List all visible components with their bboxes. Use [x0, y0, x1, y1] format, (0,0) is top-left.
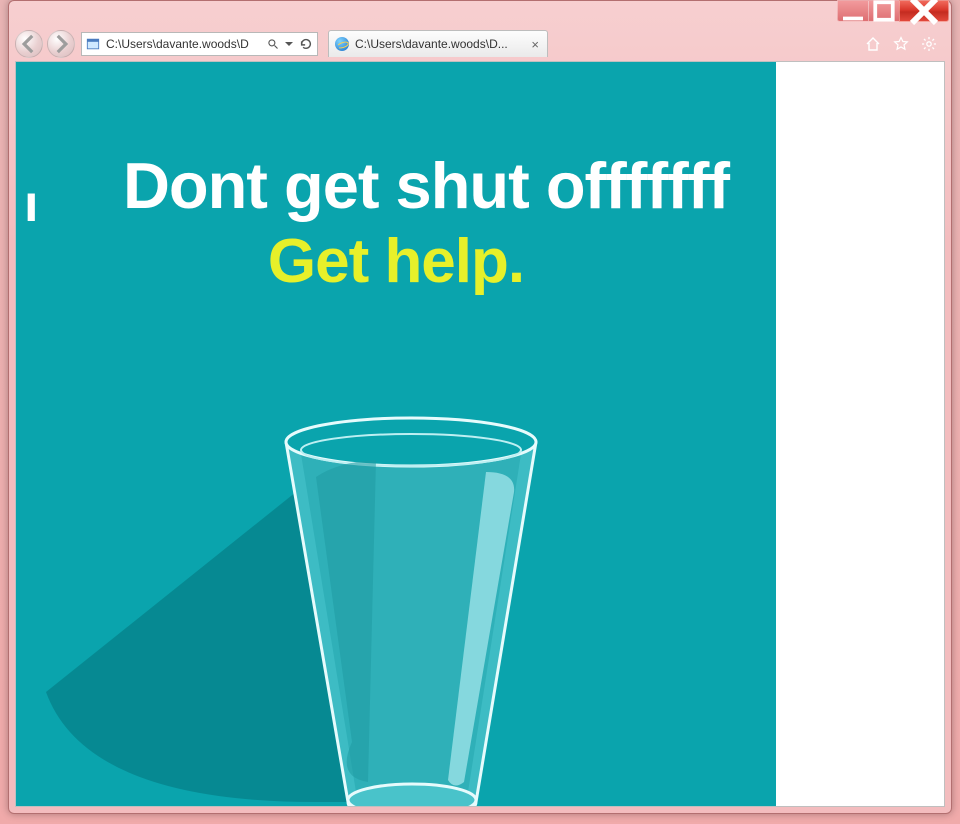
address-tools: [263, 37, 317, 51]
tools-gear-icon[interactable]: [921, 36, 937, 52]
back-arrow-icon: [16, 31, 42, 57]
command-bar: [865, 36, 945, 52]
address-input[interactable]: [104, 36, 263, 52]
close-button[interactable]: [899, 0, 949, 22]
tab-title: C:\Users\davante.woods\D...: [355, 37, 523, 51]
page-type-icon: [85, 36, 101, 52]
tab-strip: C:\Users\davante.woods\D... ×: [328, 31, 861, 57]
headline-secondary: Get help.: [16, 226, 776, 297]
maximize-icon: [869, 0, 899, 26]
tab-active[interactable]: C:\Users\davante.woods\D... ×: [328, 30, 548, 57]
search-icon[interactable]: [267, 38, 279, 50]
back-button[interactable]: [15, 30, 43, 58]
ie-window: C:\Users\davante.woods\D... × ı Dont get…: [8, 0, 952, 814]
maximize-button[interactable]: [868, 0, 900, 22]
forward-button[interactable]: [47, 30, 75, 58]
minimize-button[interactable]: [837, 0, 869, 22]
headline-primary: Dont get shut offfffff: [16, 148, 776, 223]
ie-logo-icon: [335, 37, 349, 51]
window-controls: [838, 0, 949, 22]
glass-illustration: [16, 382, 776, 806]
forward-arrow-icon: [48, 31, 74, 57]
tab-close-button[interactable]: ×: [529, 37, 541, 52]
home-icon[interactable]: [865, 36, 881, 52]
minimize-icon: [838, 0, 868, 26]
navigation-row: C:\Users\davante.woods\D... ×: [9, 29, 951, 59]
content-area: ı Dont get shut offfffff Get help.: [15, 61, 945, 807]
favorites-icon[interactable]: [893, 36, 909, 52]
titlebar[interactable]: [9, 1, 951, 29]
close-icon: [900, 0, 948, 35]
search-dropdown-icon[interactable]: [285, 42, 293, 46]
refresh-icon[interactable]: [299, 37, 313, 51]
rendered-page: ı Dont get shut offfffff Get help.: [16, 62, 776, 806]
address-bar[interactable]: [81, 32, 318, 56]
